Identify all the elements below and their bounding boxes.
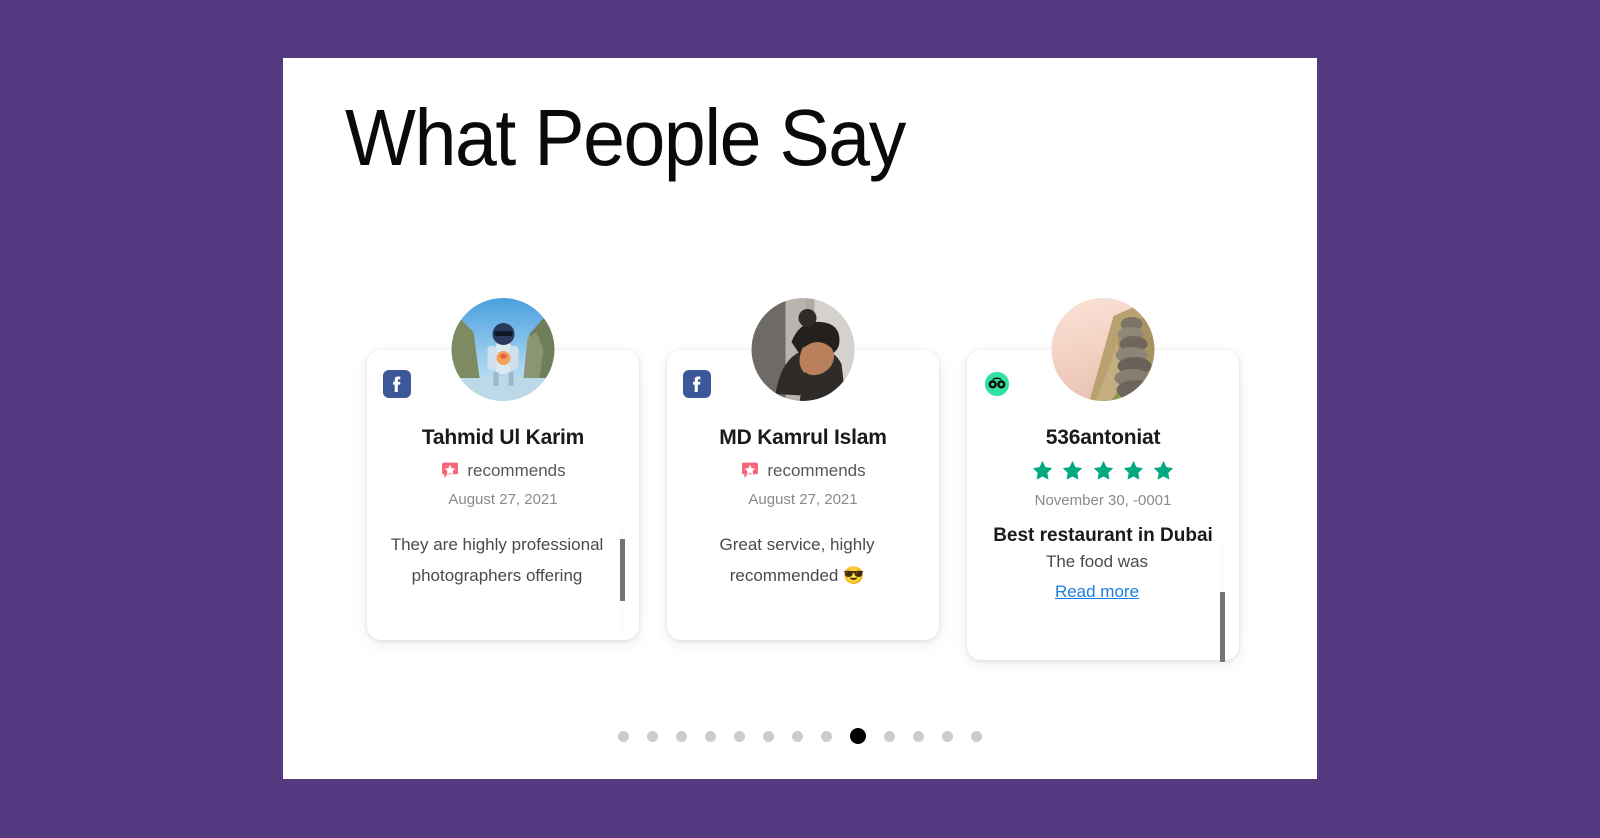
reviewer-name: Tahmid Ul Karim <box>421 426 585 449</box>
tripadvisor-icon <box>983 370 1011 398</box>
facebook-icon <box>383 370 411 398</box>
star-icon <box>1062 461 1083 480</box>
star-icon <box>1032 461 1052 480</box>
pagination-dot[interactable] <box>913 730 924 742</box>
avatar <box>751 298 855 401</box>
testimonials-panel: What People Say Tahmid Ul Karim recommen… <box>283 58 1317 779</box>
reviewer-name: MD Kamrul Islam <box>719 426 887 449</box>
scrollbar-thumb[interactable] <box>1220 592 1225 662</box>
recommends-row: recommends <box>381 459 625 483</box>
review-body[interactable]: Great service, highly recommended 😎 <box>681 529 925 633</box>
review-body[interactable]: They are highly professional photographe… <box>381 529 625 633</box>
avatar <box>1051 298 1155 401</box>
review-text: Great service, highly recommended 😎 <box>719 535 875 585</box>
star-icon <box>1093 461 1113 480</box>
pagination-dot[interactable] <box>676 730 687 742</box>
carousel-track: Tahmid Ul Karim recommends August 27, 20… <box>353 288 1253 708</box>
review-text: They are highly professional photographe… <box>390 535 604 585</box>
review-scrollbar[interactable] <box>1220 546 1225 664</box>
recommends-label: recommends <box>767 461 866 480</box>
read-more-link[interactable]: Read more <box>981 579 1213 605</box>
avatar <box>451 298 555 401</box>
pagination-dot[interactable] <box>647 730 658 742</box>
carousel-slide[interactable]: Tahmid Ul Karim recommends August 27, 20… <box>353 288 653 708</box>
star-icon <box>1154 461 1174 480</box>
pagination-dot[interactable] <box>821 730 832 742</box>
recommends-badge-icon <box>740 461 760 481</box>
review-date: August 27, 2021 <box>748 491 858 508</box>
pagination-dot[interactable] <box>618 730 629 742</box>
carousel-pagination[interactable] <box>283 724 1317 748</box>
pagination-dot[interactable] <box>884 730 895 742</box>
testimonial-card[interactable]: MD Kamrul Islam recommends August 27, 20… <box>667 298 939 640</box>
recommends-label: recommends <box>467 461 566 480</box>
review-text: restaurant I have ever been. The food wa… <box>1045 552 1149 571</box>
recommends-row: recommends <box>681 459 925 483</box>
testimonial-card[interactable]: Tahmid Ul Karim recommends August 27, 20… <box>367 298 639 640</box>
pagination-dot[interactable] <box>734 730 745 742</box>
recommends-badge-icon <box>440 461 460 481</box>
review-date: August 27, 2021 <box>448 491 558 508</box>
review-date: November 30, -0001 <box>1034 492 1172 509</box>
pagination-dot[interactable] <box>942 730 953 742</box>
review-scrollbar[interactable] <box>620 529 625 633</box>
pagination-dot[interactable] <box>850 728 866 744</box>
pagination-dot[interactable] <box>763 730 774 742</box>
facebook-icon <box>683 370 711 398</box>
review-body[interactable]: restaurant I have ever been. The food wa… <box>981 546 1225 664</box>
pagination-dot[interactable] <box>792 730 803 742</box>
pagination-dot[interactable] <box>971 730 982 742</box>
reviewer-name: 536antoniat <box>1045 426 1161 449</box>
page-title: What People Say <box>345 93 906 182</box>
star-icon <box>1123 461 1144 480</box>
testimonial-card[interactable]: 536antoniat November 30, -0001 Best rest… <box>967 298 1239 664</box>
carousel-slide[interactable]: 536antoniat November 30, -0001 Best rest… <box>953 288 1253 708</box>
carousel-slide[interactable]: MD Kamrul Islam recommends August 27, 20… <box>653 288 953 708</box>
pagination-dot[interactable] <box>705 730 716 742</box>
scrollbar-thumb[interactable] <box>620 539 625 601</box>
star-rating <box>981 458 1225 484</box>
testimonials-carousel[interactable]: Tahmid Ul Karim recommends August 27, 20… <box>283 288 1317 708</box>
